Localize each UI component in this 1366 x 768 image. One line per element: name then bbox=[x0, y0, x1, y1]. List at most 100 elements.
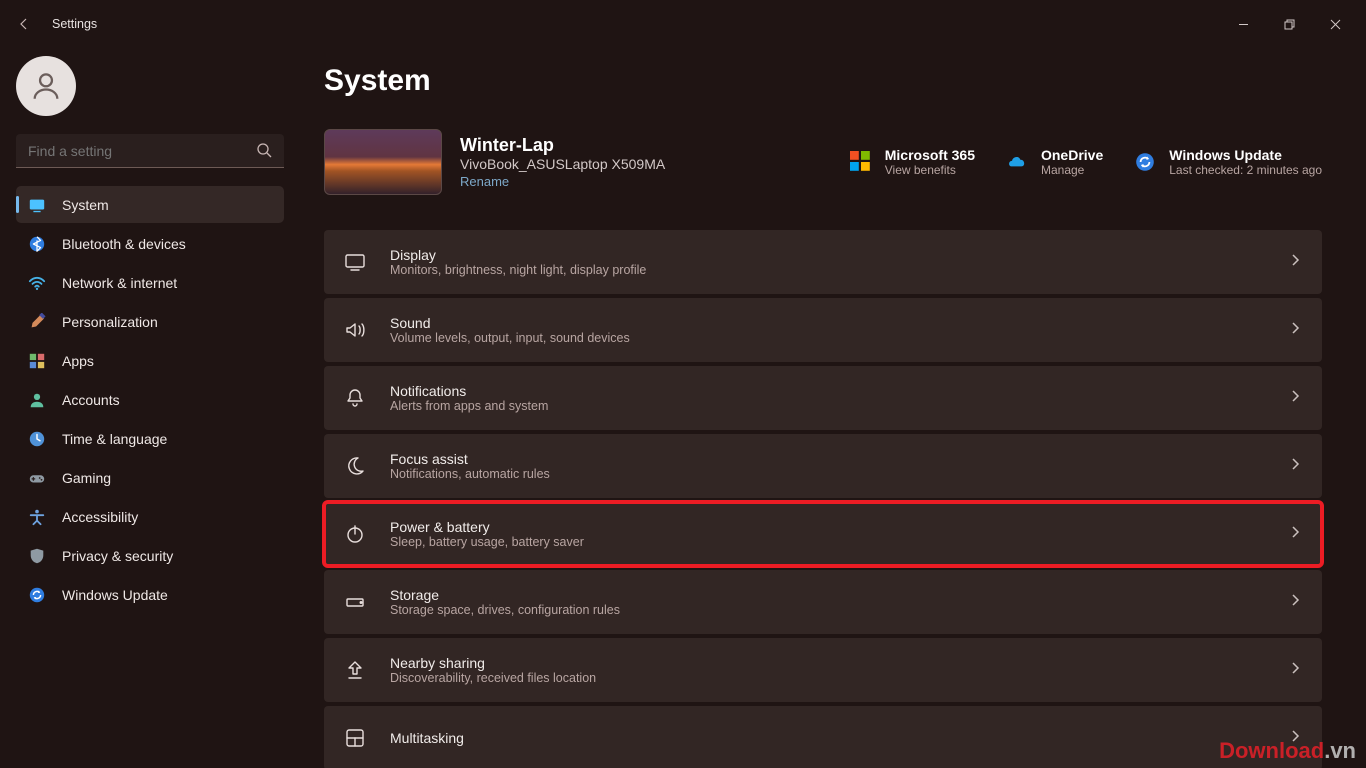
main-panel: System Winter-Lap VivoBook_ASUSLaptop X5… bbox=[300, 48, 1366, 768]
sidebar-item-accessibility[interactable]: Accessibility bbox=[16, 498, 284, 535]
person-icon bbox=[28, 391, 46, 409]
bell-icon bbox=[344, 387, 366, 409]
sidebar-item-accounts[interactable]: Accounts bbox=[16, 381, 284, 418]
cloud-item-title: Microsoft 365 bbox=[885, 147, 975, 163]
sidebar-item-gaming[interactable]: Gaming bbox=[16, 459, 284, 496]
gamepad-icon bbox=[28, 469, 46, 487]
settings-card-multitasking[interactable]: Multitasking bbox=[324, 706, 1322, 768]
person-icon bbox=[29, 69, 63, 103]
sidebar-item-label: Accessibility bbox=[62, 509, 138, 525]
settings-card-notifications[interactable]: NotificationsAlerts from apps and system bbox=[324, 366, 1322, 430]
chevron-right-icon bbox=[1288, 321, 1302, 340]
watermark: Download.vn bbox=[1219, 738, 1356, 764]
card-title: Notifications bbox=[390, 383, 548, 399]
sound-icon bbox=[344, 319, 366, 341]
search-input[interactable] bbox=[16, 134, 284, 168]
card-subtitle: Discoverability, received files location bbox=[390, 671, 596, 685]
sidebar-item-label: Apps bbox=[62, 353, 94, 369]
rename-link[interactable]: Rename bbox=[460, 174, 665, 189]
card-title: Multitasking bbox=[390, 730, 464, 746]
sidebar-item-personalization[interactable]: Personalization bbox=[16, 303, 284, 340]
back-arrow-icon bbox=[16, 16, 32, 32]
settings-card-storage[interactable]: StorageStorage space, drives, configurat… bbox=[324, 570, 1322, 634]
settings-card-nearby-sharing[interactable]: Nearby sharingDiscoverability, received … bbox=[324, 638, 1322, 702]
user-block[interactable] bbox=[16, 56, 284, 116]
share-icon bbox=[344, 659, 366, 681]
search-box bbox=[16, 134, 284, 168]
sidebar-item-label: Privacy & security bbox=[62, 548, 173, 564]
sidebar-item-system[interactable]: System bbox=[16, 186, 284, 223]
brush-icon bbox=[28, 313, 46, 331]
m365-icon bbox=[849, 150, 873, 174]
sidebar-item-label: Bluetooth & devices bbox=[62, 236, 186, 252]
maximize-icon bbox=[1284, 19, 1295, 30]
card-subtitle: Notifications, automatic rules bbox=[390, 467, 550, 481]
chevron-right-icon bbox=[1288, 253, 1302, 272]
sidebar-item-network-internet[interactable]: Network & internet bbox=[16, 264, 284, 301]
maximize-button[interactable] bbox=[1266, 8, 1312, 40]
display-icon bbox=[344, 251, 366, 273]
card-subtitle: Monitors, brightness, night light, displ… bbox=[390, 263, 646, 277]
shield-icon bbox=[28, 547, 46, 565]
accessibility-icon bbox=[28, 508, 46, 526]
sidebar-item-time-language[interactable]: Time & language bbox=[16, 420, 284, 457]
cloud-item-windows-update[interactable]: Windows UpdateLast checked: 2 minutes ag… bbox=[1133, 147, 1322, 177]
sidebar-item-windows-update[interactable]: Windows Update bbox=[16, 576, 284, 613]
chevron-right-icon bbox=[1288, 661, 1302, 680]
sidebar-item-bluetooth-devices[interactable]: Bluetooth & devices bbox=[16, 225, 284, 262]
device-row: Winter-Lap VivoBook_ASUSLaptop X509MA Re… bbox=[324, 122, 1322, 202]
chevron-right-icon bbox=[1288, 525, 1302, 544]
chevron-right-icon bbox=[1288, 389, 1302, 408]
card-subtitle: Sleep, battery usage, battery saver bbox=[390, 535, 584, 549]
wifi-icon bbox=[28, 274, 46, 292]
minimize-button[interactable] bbox=[1220, 8, 1266, 40]
card-subtitle: Storage space, drives, configuration rul… bbox=[390, 603, 620, 617]
sidebar-item-privacy-security[interactable]: Privacy & security bbox=[16, 537, 284, 574]
cloud-item-subtitle: Last checked: 2 minutes ago bbox=[1169, 163, 1322, 177]
sidebar-item-label: Gaming bbox=[62, 470, 111, 486]
sidebar-item-apps[interactable]: Apps bbox=[16, 342, 284, 379]
settings-card-power-battery[interactable]: Power & batterySleep, battery usage, bat… bbox=[324, 502, 1322, 566]
sidebar-item-label: Windows Update bbox=[62, 587, 168, 603]
nav-list: System Bluetooth & devices Network & inter… bbox=[16, 186, 284, 613]
bluetooth-icon bbox=[28, 235, 46, 253]
cloud-item-microsoft-365[interactable]: Microsoft 365View benefits bbox=[849, 147, 975, 177]
sidebar-item-label: Time & language bbox=[62, 431, 167, 447]
cloud-item-subtitle: Manage bbox=[1041, 163, 1103, 177]
close-button[interactable] bbox=[1312, 8, 1358, 40]
card-title: Storage bbox=[390, 587, 620, 603]
settings-card-display[interactable]: DisplayMonitors, brightness, night light… bbox=[324, 230, 1322, 294]
settings-cards: DisplayMonitors, brightness, night light… bbox=[324, 230, 1322, 768]
sidebar-item-label: Accounts bbox=[62, 392, 120, 408]
card-title: Display bbox=[390, 247, 646, 263]
sidebar-item-label: System bbox=[62, 197, 109, 213]
search-icon bbox=[256, 142, 272, 163]
page-title: System bbox=[324, 64, 1322, 98]
cloud-item-onedrive[interactable]: OneDriveManage bbox=[1005, 147, 1103, 177]
cloud-item-title: Windows Update bbox=[1169, 147, 1322, 163]
multitask-icon bbox=[344, 727, 366, 749]
storage-icon bbox=[344, 591, 366, 613]
onedrive-icon bbox=[1005, 150, 1029, 174]
sidebar-item-label: Personalization bbox=[62, 314, 158, 330]
settings-card-sound[interactable]: SoundVolume levels, output, input, sound… bbox=[324, 298, 1322, 362]
avatar bbox=[16, 56, 76, 116]
card-title: Nearby sharing bbox=[390, 655, 596, 671]
device-thumbnail[interactable] bbox=[324, 129, 442, 195]
cloud-links: Microsoft 365View benefits OneDriveManage… bbox=[849, 147, 1322, 177]
sidebar: System Bluetooth & devices Network & inter… bbox=[0, 48, 300, 768]
power-icon bbox=[344, 523, 366, 545]
cloud-item-title: OneDrive bbox=[1041, 147, 1103, 163]
settings-card-focus-assist[interactable]: Focus assistNotifications, automatic rul… bbox=[324, 434, 1322, 498]
update-icon bbox=[1133, 150, 1157, 174]
display-icon bbox=[28, 196, 46, 214]
moon-icon bbox=[344, 455, 366, 477]
card-subtitle: Alerts from apps and system bbox=[390, 399, 548, 413]
apps-icon bbox=[28, 352, 46, 370]
sidebar-item-label: Network & internet bbox=[62, 275, 177, 291]
update-icon bbox=[28, 586, 46, 604]
close-icon bbox=[1330, 19, 1341, 30]
back-button[interactable] bbox=[8, 8, 40, 40]
window-controls bbox=[1220, 8, 1358, 40]
chevron-right-icon bbox=[1288, 593, 1302, 612]
